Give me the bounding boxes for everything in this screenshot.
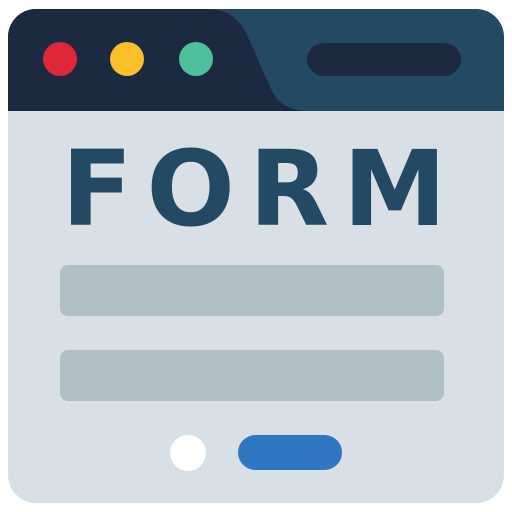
title-bar xyxy=(8,9,504,111)
form-field-2[interactable] xyxy=(60,350,444,401)
browser-window: FORM xyxy=(8,9,504,503)
submit-button[interactable] xyxy=(238,435,342,470)
maximize-dot-icon[interactable] xyxy=(179,42,213,76)
page-title: FORM xyxy=(61,128,461,250)
minimize-dot-icon[interactable] xyxy=(110,42,144,76)
close-dot-icon[interactable] xyxy=(43,42,77,76)
form-field-1[interactable] xyxy=(60,265,444,316)
form-window-icon: FORM xyxy=(0,0,512,512)
address-bar[interactable] xyxy=(307,43,461,76)
radio-option[interactable] xyxy=(170,435,206,471)
